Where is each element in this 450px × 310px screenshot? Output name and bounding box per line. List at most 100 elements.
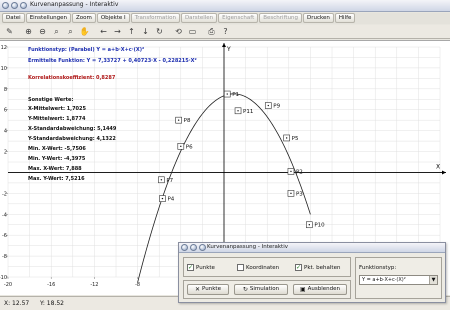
koordinaten-checkbox[interactable]: Koordinaten <box>237 264 279 271</box>
title-bar: Kurvenanpassung - Interaktiv <box>0 0 450 12</box>
status-x: X: 12.57 <box>4 300 30 307</box>
data-point-label: P10 <box>314 223 325 229</box>
dialog-close-button[interactable] <box>181 244 188 251</box>
curve-fit-dialog: Kurvenanpassung - Interaktiv ✓ Punkte Ko… <box>178 242 446 303</box>
menu-datei[interactable]: Datei <box>2 13 25 23</box>
window-icon[interactable]: ▭ <box>186 26 199 38</box>
ausblenden-button-label: Ausblenden <box>307 286 341 292</box>
refresh-icon[interactable]: ↻ <box>153 26 166 38</box>
simulation-button[interactable]: ↻ Simulation <box>234 284 288 295</box>
x-mean-text: X-Mittelwert: 1,7025 <box>28 106 86 112</box>
x-axis-label: X <box>436 163 440 170</box>
correlation-text: Korrelationskoeffizient: 0,8287 <box>28 75 116 81</box>
menu-darstellen[interactable]: Darstellen <box>180 13 218 23</box>
punkte-checkbox-box[interactable]: ✓ <box>187 264 194 271</box>
data-point-dot <box>290 192 292 195</box>
menu-objekte-i[interactable]: Objekte I <box>96 13 130 23</box>
main-window: Kurvenanpassung - Interaktiv Datei Einste… <box>0 0 450 310</box>
min-y-text: Min. Y-Wert: -4,3975 <box>28 156 86 162</box>
data-point-label: P6 <box>186 144 193 150</box>
y-stddev-text: Y-Standardabweichung: 4,1322 <box>28 136 116 142</box>
y-tick-label: 12 <box>1 45 7 51</box>
menu-beschriftung[interactable]: Beschriftung <box>259 13 303 23</box>
data-point-dot <box>177 119 180 121</box>
data-point-dot <box>180 145 182 148</box>
data-point-label: P3 <box>296 191 303 197</box>
y-axis-arrow <box>222 43 226 47</box>
y-tick-label: 2 <box>4 150 7 156</box>
maximize-window-button[interactable] <box>20 2 27 9</box>
help-icon[interactable]: ? <box>219 26 232 38</box>
toolbar-separator <box>167 26 171 38</box>
zoom-out-icon[interactable]: ⊖ <box>36 26 49 38</box>
x-tick-label: -20 <box>4 282 12 288</box>
min-x-text: Min. X-Wert: -5,7506 <box>28 146 86 152</box>
toolbar: ✎ ⊕ ⊖ ⌕ ⌕ ✋ ← → ↑ ↓ ↻ ⟲ ▭ ⎙? <box>0 25 450 39</box>
arrow-up-icon[interactable]: ↑ <box>125 26 138 38</box>
koordinaten-checkbox-label: Koordinaten <box>246 264 280 271</box>
function-type-select[interactable]: Y = a+b·X+c·(X)² ▼ <box>359 275 438 285</box>
punkte-checkbox[interactable]: ✓ Punkte <box>187 264 215 271</box>
koordinaten-checkbox-box[interactable] <box>237 264 244 271</box>
simulation-button-label: Simulation <box>249 286 280 292</box>
x-stddev-text: X-Standardabweichung: 5,1449 <box>28 126 117 132</box>
y-tick-label: 6 <box>4 108 7 114</box>
dialog-minimize-button[interactable] <box>190 244 197 251</box>
menu-transformation[interactable]: Transformation <box>130 13 180 23</box>
x-tick-label: -12 <box>90 282 98 288</box>
chevron-down-icon: ▼ <box>429 276 437 284</box>
menu-hilfe[interactable]: Hilfe <box>334 13 356 23</box>
punkte-button[interactable]: ✕ Punkte <box>187 284 229 295</box>
toolbar-separator <box>17 26 21 38</box>
data-point-label: P8 <box>184 118 191 124</box>
y-tick-label: -10 <box>0 275 7 281</box>
hand-icon[interactable]: ✋ <box>78 26 91 38</box>
zoom-icon[interactable]: ⌕ <box>50 26 63 38</box>
ausblenden-button[interactable]: ▣ Ausblenden <box>293 284 347 295</box>
undo-icon[interactable]: ⟲ <box>172 26 185 38</box>
max-x-text: Max. X-Wert: 7,888 <box>28 166 82 172</box>
data-point-dot <box>267 104 269 107</box>
dialog-title: Kurvenanpassung - Interaktiv <box>207 244 289 250</box>
data-point-label: P7 <box>166 178 173 184</box>
data-point-label: P11 <box>243 109 253 115</box>
y-tick-label: -6 <box>2 233 7 239</box>
menu-eigenschaft[interactable]: Eigenschaft <box>218 13 259 23</box>
y-mean-text: Y-Mittelwert: 1,8774 <box>28 116 86 122</box>
status-y: Y: 18.52 <box>40 300 64 307</box>
max-y-text: Max. Y-Wert: 7,5216 <box>28 176 85 182</box>
data-point-label: P9 <box>273 104 280 110</box>
data-point-dot <box>237 110 239 112</box>
menu-drucken[interactable]: Drucken <box>303 13 334 23</box>
function-type-label: Funktionstyp: <box>359 265 397 271</box>
x-tick-label: -16 <box>47 282 55 288</box>
punkte-checkbox-label: Punkte <box>196 264 215 271</box>
fitted-function-text: Ermittelte Funktion: Y = 7,33727 + 0,407… <box>28 58 197 64</box>
arrow-down-icon[interactable]: ↓ <box>139 26 152 38</box>
refresh-icon: ↻ <box>242 285 248 293</box>
pkt-behalten-checkbox-box[interactable]: ✓ <box>295 264 302 271</box>
data-point-dot <box>285 137 288 139</box>
zoom-area-icon[interactable]: ⌕ <box>64 26 77 38</box>
y-tick-label: 8 <box>4 87 7 93</box>
data-point-label: P5 <box>292 136 299 142</box>
edit-icon[interactable]: ✎ <box>3 26 16 38</box>
hide-icon: ▣ <box>299 285 306 293</box>
arrow-left-icon[interactable]: ← <box>97 26 110 38</box>
data-point-label: P1 <box>232 92 239 98</box>
data-point-dot <box>160 179 163 181</box>
menu-einstellungen[interactable]: Einstellungen <box>25 13 71 23</box>
arrow-right-icon[interactable]: → <box>111 26 124 38</box>
dialog-maximize-button[interactable] <box>199 244 206 251</box>
pkt-behalten-checkbox[interactable]: ✓ Pkt. behalten <box>295 264 340 271</box>
menu-bar: Datei Einstellungen Zoom Objekte I Transform… <box>0 13 450 24</box>
data-point-dot <box>290 170 292 173</box>
menu-zoom[interactable]: Zoom <box>71 13 96 23</box>
x-tick-label: -8 <box>135 282 140 288</box>
y-tick-label: 4 <box>4 129 7 135</box>
zoom-in-icon[interactable]: ⊕ <box>22 26 35 38</box>
function-type-value: Y = a+b·X+c·(X)² <box>362 277 406 283</box>
minimize-window-button[interactable] <box>11 2 18 9</box>
print-icon[interactable]: ⎙ <box>205 26 218 38</box>
close-window-button[interactable] <box>2 2 9 9</box>
